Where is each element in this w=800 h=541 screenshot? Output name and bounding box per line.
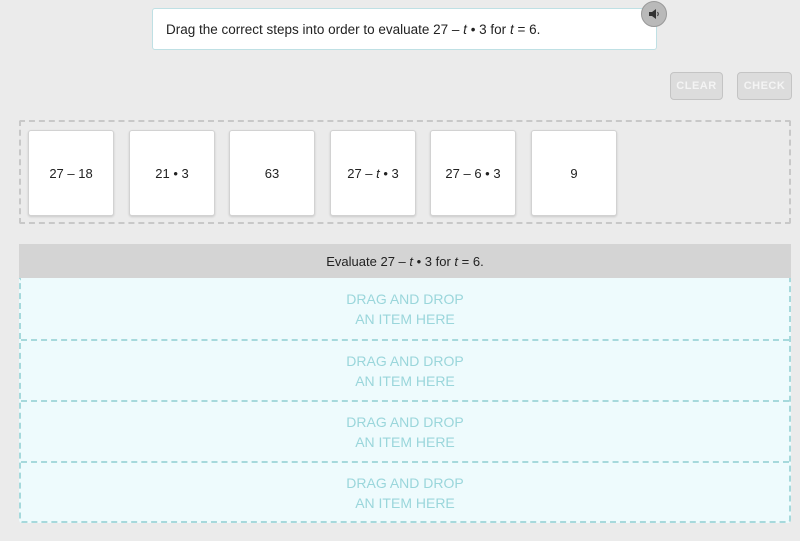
tile-label: 21 • 3 [155, 165, 189, 181]
drop-slot-label: AN ITEM HERE [355, 372, 455, 389]
draggable-tile[interactable]: 27 – 18 [28, 130, 114, 216]
answer-drop-area: DRAG AND DROP AN ITEM HERE DRAG AND DROP… [19, 278, 791, 523]
drop-slot-label: DRAG AND DROP [346, 474, 464, 491]
drop-slot-label: DRAG AND DROP [346, 290, 464, 307]
drop-slot-label: AN ITEM HERE [355, 494, 455, 511]
drop-slot[interactable]: DRAG AND DROP AN ITEM HERE [21, 339, 789, 400]
draggable-tile[interactable]: 27 – t • 3 [330, 130, 416, 216]
tile-label: 27 – 6 • 3 [445, 165, 501, 181]
clear-button[interactable]: CLEAR [670, 72, 723, 100]
drop-slot[interactable]: DRAG AND DROP AN ITEM HERE [21, 461, 789, 522]
drop-slot-label: DRAG AND DROP [346, 413, 464, 430]
tile-bank: 27 – 18 21 • 3 63 27 – t • 3 27 – 6 • 3 … [19, 120, 791, 224]
drop-slot[interactable]: DRAG AND DROP AN ITEM HERE [21, 278, 789, 339]
tile-label: 27 – 18 [49, 165, 93, 181]
drop-slot[interactable]: DRAG AND DROP AN ITEM HERE [21, 400, 789, 461]
drop-slot-label: DRAG AND DROP [346, 352, 464, 369]
draggable-tile[interactable]: 27 – 6 • 3 [430, 130, 516, 216]
prompt-text: Drag the correct steps into order to eva… [166, 21, 541, 37]
answer-header: Evaluate 27 – t • 3 for t = 6. [19, 244, 791, 278]
instruction-prompt: Drag the correct steps into order to eva… [152, 8, 657, 50]
drop-slot-label: AN ITEM HERE [355, 433, 455, 450]
answer-header-text: Evaluate 27 – t • 3 for t = 6. [326, 253, 484, 269]
draggable-tile[interactable]: 63 [229, 130, 315, 216]
speaker-icon [649, 9, 659, 19]
tile-label: 27 – t • 3 [347, 165, 399, 181]
check-button[interactable]: CHECK [737, 72, 792, 100]
drop-slot-label: AN ITEM HERE [355, 310, 455, 327]
draggable-tile[interactable]: 21 • 3 [129, 130, 215, 216]
tile-label: 9 [570, 165, 578, 181]
draggable-tile[interactable]: 9 [531, 130, 617, 216]
audio-button[interactable] [641, 1, 667, 27]
tile-label: 63 [264, 165, 280, 181]
